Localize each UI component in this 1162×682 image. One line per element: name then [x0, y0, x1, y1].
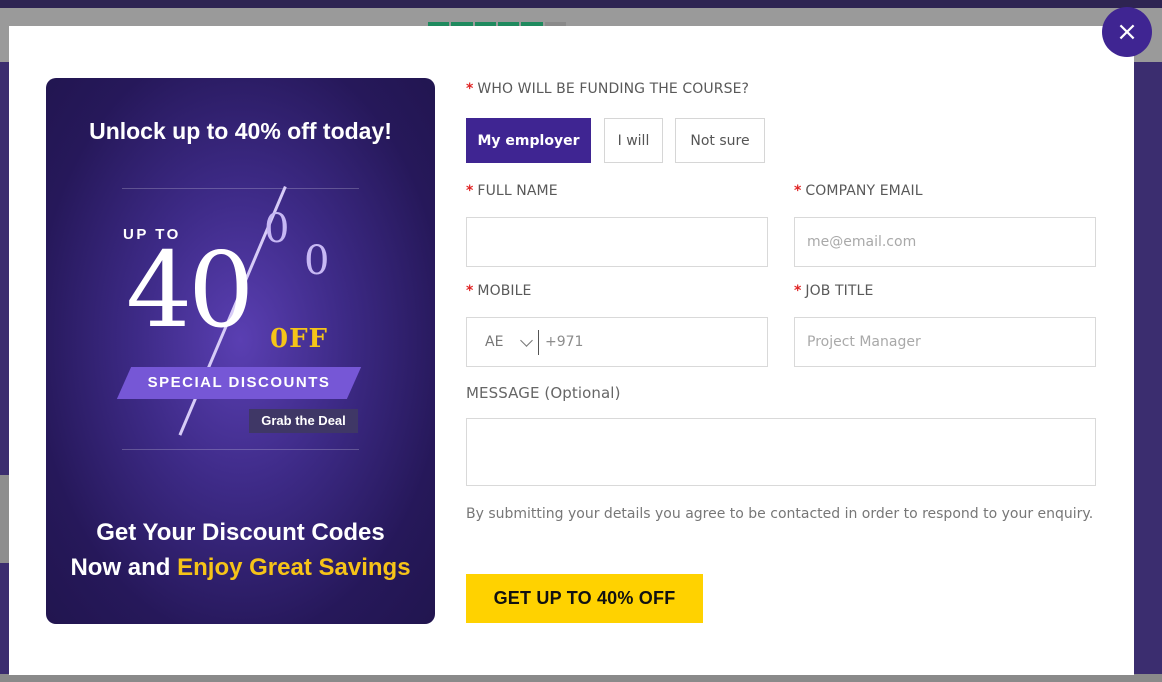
job-title-label: * JOB TITLE: [794, 283, 873, 299]
promo-banner-text: SPECIAL DISCOUNTS: [147, 374, 331, 391]
chevron-down-icon[interactable]: [520, 334, 533, 347]
full-name-label-text: FULL NAME: [477, 183, 558, 199]
company-email-label: * COMPANY EMAIL: [794, 183, 923, 199]
consent-text: By submitting your details you agree to …: [466, 506, 1094, 522]
grab-the-deal-tag: Grab the Deal: [249, 409, 358, 433]
full-name-input[interactable]: [466, 217, 768, 267]
promo-headline: Unlock up to 40% off today!: [89, 118, 392, 144]
promo-footer-highlight: Enjoy Great Savings: [177, 554, 411, 581]
promo-footer-line2: Now and Enjoy Great Savings: [46, 550, 435, 585]
background-footer: [0, 674, 1162, 682]
promo-off-label: 0FF: [270, 324, 329, 354]
message-textarea[interactable]: [466, 418, 1096, 486]
background-topbar: [0, 0, 1162, 8]
promo-footer-line2-start: Now and: [70, 554, 178, 581]
message-label: MESSAGE (Optional): [466, 384, 621, 402]
funding-option-my-employer[interactable]: My employer: [466, 118, 591, 163]
required-marker: *: [466, 81, 474, 97]
required-marker: *: [466, 283, 474, 299]
promo-footer-line1: Get Your Discount Codes: [96, 519, 385, 546]
company-email-input[interactable]: [794, 217, 1096, 267]
close-icon: ×: [1116, 17, 1138, 47]
funding-label-text: WHO WILL BE FUNDING THE COURSE?: [477, 81, 750, 97]
company-email-label-text: COMPANY EMAIL: [805, 183, 923, 199]
promo-big-number: 40: [126, 229, 254, 351]
required-marker: *: [466, 183, 474, 199]
required-marker: *: [794, 183, 802, 199]
mobile-input[interactable]: [539, 318, 767, 366]
country-code-select[interactable]: AE: [485, 318, 503, 366]
close-button[interactable]: ×: [1102, 7, 1152, 57]
mobile-label: * MOBILE: [466, 283, 532, 299]
promo-percent-bottom: 0: [304, 238, 330, 284]
mobile-label-text: MOBILE: [477, 283, 532, 299]
promo-divider-bottom: [122, 449, 359, 450]
mobile-field: AE: [466, 317, 768, 367]
funding-label: * WHO WILL BE FUNDING THE COURSE?: [466, 81, 749, 97]
promo-percent-top: 0: [264, 206, 290, 252]
promo-footer: Get Your Discount Codes Now and Enjoy Gr…: [46, 515, 435, 585]
full-name-label: * FULL NAME: [466, 183, 558, 199]
promo-divider-top: [122, 188, 359, 189]
submit-button[interactable]: GET UP TO 40% OFF: [466, 574, 703, 623]
promo-card: Unlock up to 40% off today! UP TO 40 0 0…: [46, 78, 435, 624]
required-marker: *: [794, 283, 802, 299]
job-title-input[interactable]: [794, 317, 1096, 367]
funding-option-i-will[interactable]: I will: [604, 118, 663, 163]
job-title-label-text: JOB TITLE: [805, 283, 874, 299]
funding-option-not-sure[interactable]: Not sure: [675, 118, 765, 163]
